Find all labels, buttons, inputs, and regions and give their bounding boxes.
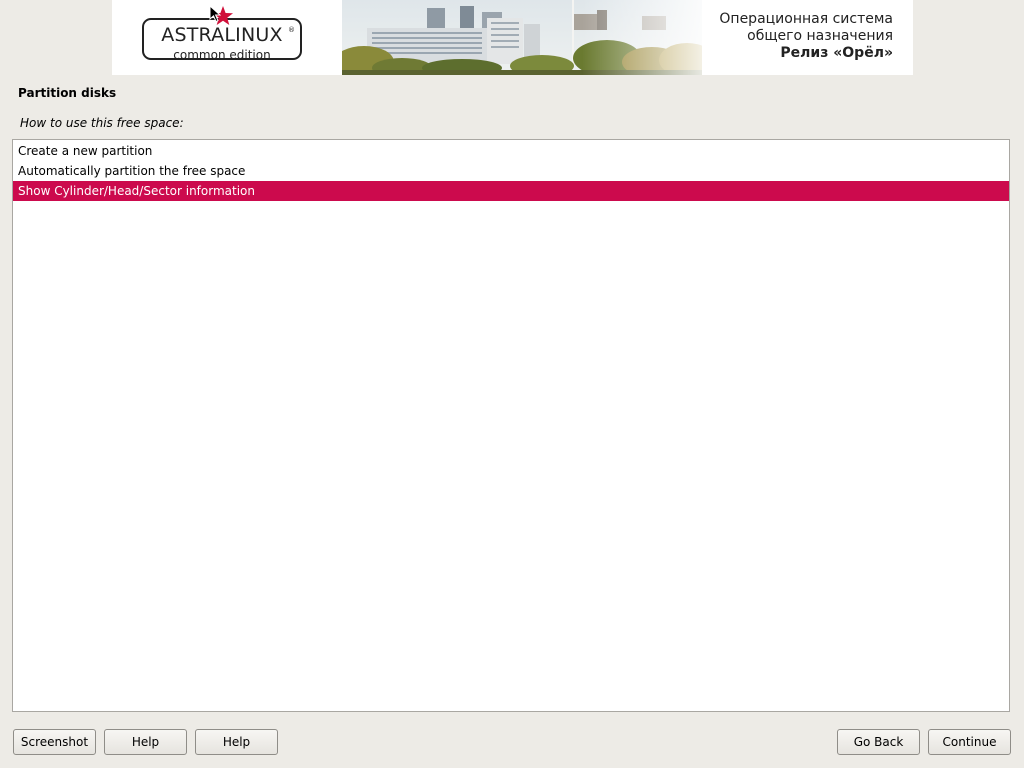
logo-main-text: ASTRALINUX [161, 24, 283, 46]
os-line-1: Операционная система [719, 11, 893, 27]
partition-options-list[interactable]: Create a new partition Automatically par… [12, 139, 1010, 712]
logo-sub-text: common edition [173, 48, 271, 62]
continue-button[interactable]: Continue [928, 729, 1011, 755]
go-back-button[interactable]: Go Back [837, 729, 920, 755]
list-item-create-partition[interactable]: Create a new partition [13, 141, 1009, 161]
os-line-2: общего назначения [747, 28, 893, 44]
question-label: How to use this free space: [20, 116, 184, 130]
help-button-2[interactable]: Help [195, 729, 278, 755]
list-item-auto-partition[interactable]: Automatically partition the free space [13, 161, 1009, 181]
logo-registered-mark: ® [288, 26, 295, 34]
screenshot-button[interactable]: Screenshot [13, 729, 96, 755]
page-title: Partition disks [18, 86, 117, 100]
list-item-show-chs-info[interactable]: Show Cylinder/Head/Sector information [13, 181, 1009, 201]
os-description: Операционная система общего назначения Р… [719, 11, 893, 62]
release-name: Релиз «Орёл» [780, 45, 893, 61]
header-banner: ASTRALINUX common edition ® Операционная… [112, 0, 913, 75]
help-button[interactable]: Help [104, 729, 187, 755]
mouse-pointer-icon [209, 5, 221, 23]
